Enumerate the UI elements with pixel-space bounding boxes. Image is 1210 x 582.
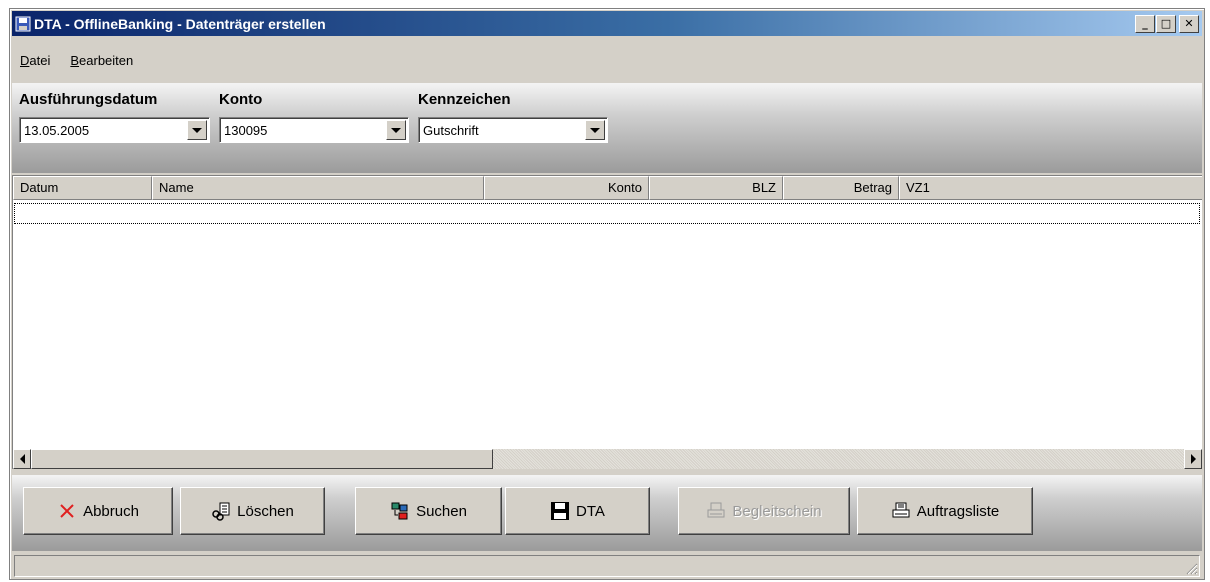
delete-button[interactable]: Löschen: [180, 487, 325, 535]
column-header-konto[interactable]: Konto: [484, 176, 649, 200]
maximize-button[interactable]: □: [1156, 14, 1176, 33]
cover-letter-label: Begleitschein: [732, 502, 822, 520]
menu-edit-label: earbeiten: [79, 52, 134, 68]
close-button[interactable]: ✕: [1179, 14, 1199, 33]
chevron-down-icon[interactable]: [585, 120, 605, 140]
floppy-disk-icon: [550, 501, 570, 521]
column-header-blz[interactable]: BLZ: [649, 176, 783, 200]
arrow-left-icon: [19, 454, 25, 464]
menu-bar: Datei Bearbeiten: [12, 49, 1202, 71]
delete-icon: [211, 501, 231, 521]
abort-label: Abbruch: [83, 502, 139, 520]
search-button[interactable]: Suchen: [355, 487, 502, 535]
table-body[interactable]: [13, 200, 1202, 449]
flag-value: Gutschrift: [423, 123, 479, 138]
main-window: DTA - OfflineBanking - Datenträger erste…: [9, 8, 1205, 580]
date-label: Ausführungsdatum: [19, 91, 158, 108]
search-label: Suchen: [416, 502, 467, 520]
title-bar[interactable]: DTA - OfflineBanking - Datenträger erste…: [12, 11, 1202, 36]
flag-combobox[interactable]: Gutschrift: [418, 117, 608, 143]
horizontal-scrollbar[interactable]: [13, 449, 1202, 469]
focused-empty-row[interactable]: [14, 203, 1200, 224]
order-list-label: Auftragsliste: [916, 502, 1000, 520]
chevron-down-icon[interactable]: [386, 120, 406, 140]
floppy-app-icon: [15, 16, 31, 32]
cover-letter-button[interactable]: Begleitschein: [678, 487, 850, 535]
window-controls: _ □ ✕: [1134, 14, 1199, 33]
menu-file-label: atei: [29, 52, 51, 68]
scroll-right-button[interactable]: [1184, 449, 1202, 469]
date-value: 13.05.2005: [24, 123, 90, 138]
column-header-vz1[interactable]: VZ1: [899, 176, 1202, 200]
arrow-right-icon: [1190, 454, 1196, 464]
window-title: DTA - OfflineBanking - Datenträger erste…: [34, 15, 326, 32]
account-combobox[interactable]: 130095: [219, 117, 409, 143]
order-list-button[interactable]: Auftragsliste: [857, 487, 1033, 535]
account-value: 130095: [224, 123, 268, 138]
menu-file[interactable]: Datei: [12, 53, 58, 68]
column-header-datum[interactable]: Datum: [13, 176, 152, 200]
search-icon: [390, 501, 410, 521]
scroll-left-button[interactable]: [13, 449, 31, 469]
status-bar: [14, 555, 1200, 577]
chevron-down-icon[interactable]: [187, 120, 207, 140]
flag-label: Kennzeichen: [418, 91, 511, 108]
scroll-thumb[interactable]: [31, 449, 493, 469]
column-header-name[interactable]: Name: [152, 176, 484, 200]
column-header-betrag[interactable]: Betrag: [783, 176, 899, 200]
delete-label: Löschen: [237, 502, 294, 520]
dta-label: DTA: [576, 502, 605, 520]
table-header: Datum Name Konto BLZ Betrag VZ1: [13, 176, 1202, 200]
menu-edit[interactable]: Bearbeiten: [62, 53, 141, 68]
resize-grip-icon[interactable]: [1184, 561, 1198, 575]
printer-icon: [706, 501, 726, 521]
filter-panel: Ausführungsdatum 13.05.2005 Konto 130095…: [12, 83, 1202, 173]
account-label: Konto: [219, 91, 263, 108]
menu-edit-accelerator: B: [70, 52, 80, 68]
x-icon: [57, 501, 77, 521]
printer-icon: [891, 501, 911, 521]
date-combobox[interactable]: 13.05.2005: [19, 117, 210, 143]
transfers-table[interactable]: Datum Name Konto BLZ Betrag VZ1: [12, 175, 1202, 469]
button-panel: Abbruch Löschen Suchen DTA Begleitschein…: [12, 475, 1202, 551]
abort-button[interactable]: Abbruch: [23, 487, 173, 535]
minimize-button[interactable]: _: [1135, 14, 1155, 33]
menu-file-accelerator: D: [20, 52, 30, 68]
dta-button[interactable]: DTA: [505, 487, 650, 535]
